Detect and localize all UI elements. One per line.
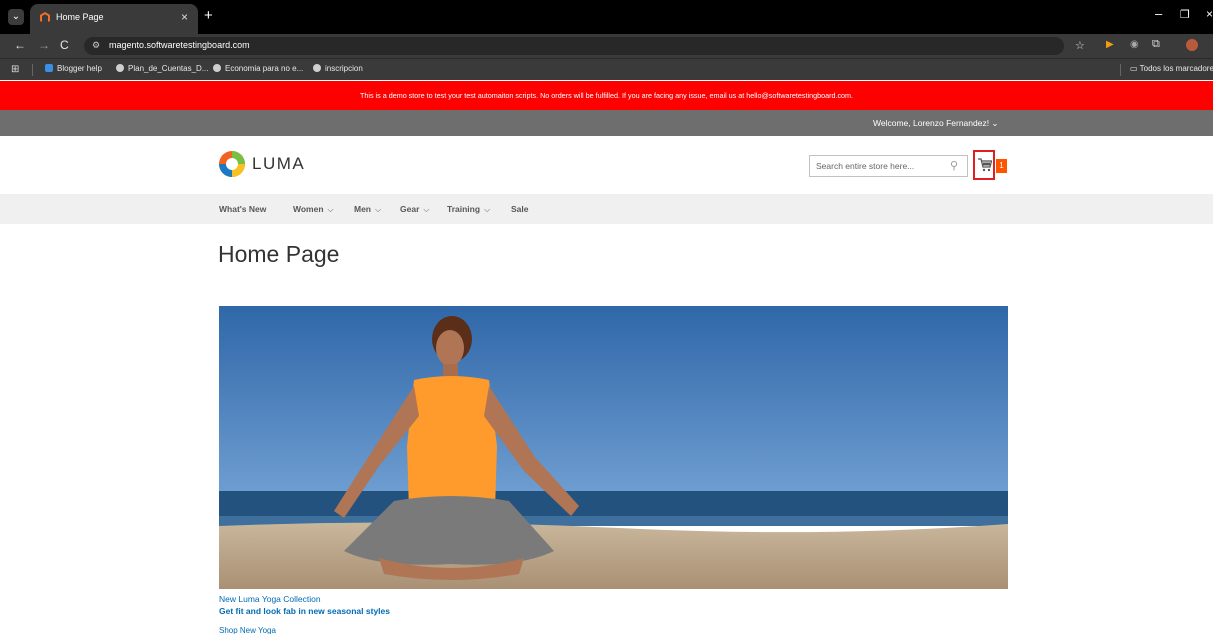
minimize-icon[interactable]: –	[1155, 6, 1162, 21]
nav-label: Sale	[511, 204, 529, 214]
search-box: ⚲	[809, 155, 968, 177]
customer-welcome-menu[interactable]: Welcome, Lorenzo Fernandez! ⌄	[873, 118, 999, 129]
tab-close-icon[interactable]: ×	[181, 10, 188, 24]
bookmark-plan-de-cuentas[interactable]: Plan_de_Cuentas_D...	[116, 64, 209, 73]
bookmarks-separator	[1120, 64, 1121, 76]
bookmark-economia[interactable]: Economia para no e...	[213, 64, 303, 73]
browser-tab-bar: ⌄ Home Page × + – ❐ ×	[0, 0, 1213, 34]
demo-notice-banner: This is a demo store to test your test a…	[0, 81, 1213, 110]
chevron-down-icon: ⌵	[423, 205, 430, 214]
cart-icon	[978, 158, 992, 172]
bookmark-star-icon[interactable]: ☆	[1075, 39, 1085, 52]
magento-favicon-icon	[40, 12, 50, 22]
tab-list-icon[interactable]: ⌄	[8, 9, 24, 25]
bookmark-inscripcion[interactable]: inscripcion	[313, 64, 363, 73]
folder-icon: ▭	[1130, 64, 1140, 73]
bookmark-blogger-help[interactable]: Blogger help	[45, 64, 102, 73]
url-text: magento.softwaretestingboard.com	[109, 40, 250, 50]
nav-label: Men	[354, 204, 371, 214]
promo-tagline-link[interactable]: Get fit and look fab in new seasonal sty…	[219, 606, 390, 616]
bookmark-label: Economia para no e...	[225, 64, 304, 73]
bookmark-label: inscripcion	[325, 64, 363, 73]
reload-icon[interactable]: C	[60, 38, 69, 52]
luma-logo-icon[interactable]	[218, 150, 246, 178]
bookmark-label: Plan_de_Cuentas_D...	[128, 64, 209, 73]
tab-home-page[interactable]: Home Page ×	[30, 4, 198, 34]
forward-icon[interactable]: →	[38, 38, 50, 52]
nav-label: Women	[293, 204, 324, 214]
header-panel: Welcome, Lorenzo Fernandez! ⌄	[0, 110, 1213, 136]
nav-gear[interactable]: Gear ⌵	[400, 204, 429, 215]
extension-play-icon[interactable]: ▶	[1106, 39, 1114, 50]
site-info-icon[interactable]: ⚙	[92, 40, 100, 51]
promo-collection-link[interactable]: New Luma Yoga Collection	[219, 594, 321, 604]
back-icon[interactable]: ←	[14, 38, 26, 52]
globe-icon	[313, 64, 321, 72]
search-icon[interactable]: ⚲	[950, 159, 958, 172]
bookmarks-separator	[32, 64, 33, 76]
all-bookmarks[interactable]: ▭ Todos los marcadores	[1130, 64, 1213, 73]
globe-icon	[213, 64, 221, 72]
extensions-puzzle-icon[interactable]: ⧉	[1152, 38, 1160, 51]
nav-whats-new[interactable]: What's New	[219, 204, 266, 214]
extension-icon[interactable]: ◉	[1130, 39, 1139, 50]
nav-sale[interactable]: Sale	[511, 204, 529, 214]
chevron-down-icon: ⌵	[375, 205, 382, 214]
search-input[interactable]	[810, 156, 945, 176]
cart-count-badge[interactable]: 1	[996, 159, 1007, 173]
chevron-down-icon: ⌵	[484, 205, 491, 214]
nav-label: What's New	[219, 204, 267, 214]
bookmarks-bar: ⊞ Blogger help Plan_de_Cuentas_D... Econ…	[0, 58, 1213, 80]
blogger-icon	[45, 64, 53, 72]
apps-icon[interactable]: ⊞	[11, 64, 19, 75]
omnibox[interactable]: ⚙ magento.softwaretestingboard.com	[84, 37, 1064, 55]
all-bookmarks-label: Todos los marcadores	[1139, 64, 1213, 73]
nav-label: Training	[447, 204, 481, 214]
bookmark-label: Blogger help	[57, 64, 102, 73]
minicart-button[interactable]	[973, 150, 995, 180]
restore-icon[interactable]: ❐	[1180, 8, 1190, 21]
nav-women[interactable]: Women ⌵	[293, 204, 334, 215]
globe-icon	[116, 64, 124, 72]
nav-men[interactable]: Men ⌵	[354, 204, 381, 215]
main-navigation: What's New Women ⌵ Men ⌵ Gear ⌵ Training ⌵ S…	[0, 194, 1213, 224]
hero-banner-image[interactable]	[219, 306, 1008, 589]
window-close-icon[interactable]: ×	[1206, 7, 1213, 21]
nav-label: Gear	[400, 204, 420, 214]
new-tab-button[interactable]: +	[204, 7, 213, 24]
shop-new-yoga-link[interactable]: Shop New Yoga	[219, 626, 276, 634]
page-title: Home Page	[218, 241, 340, 267]
tab-title: Home Page	[56, 12, 104, 22]
profile-avatar[interactable]	[1186, 39, 1198, 51]
logo-text[interactable]: LUMA	[252, 154, 305, 174]
address-bar: ← → C ⚙ magento.softwaretestingboard.com…	[0, 34, 1213, 58]
chevron-down-icon: ⌵	[327, 205, 334, 214]
nav-training[interactable]: Training ⌵	[447, 204, 490, 215]
